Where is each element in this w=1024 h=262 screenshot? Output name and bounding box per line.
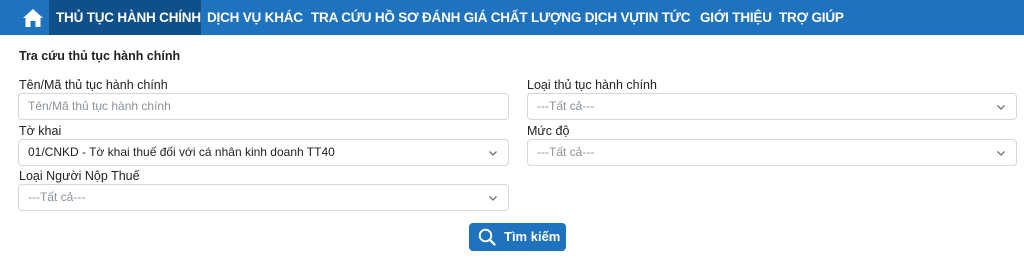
declaration-selected: 01/CNKD - Tờ khai thuế đối với cá nhân k…: [28, 145, 335, 159]
declaration-label: Tờ khai: [19, 124, 62, 138]
nav-item-tin-tuc[interactable]: TIN TỨC: [637, 0, 690, 35]
section-title: Tra cứu thủ tục hành chính: [19, 49, 181, 63]
procedure-name-input[interactable]: Tên/Mã thủ tục hành chính: [18, 93, 509, 120]
home-icon[interactable]: [22, 8, 44, 28]
taxpayer-type-label: Loại Người Nộp Thuế: [19, 169, 140, 183]
nav-item-danh-gia-chat-luong[interactable]: ĐÁNH GIÁ CHẤT LƯỢNG DỊCH VỤ: [422, 0, 639, 35]
chevron-down-icon: [489, 196, 497, 201]
nav-item-dich-vu-khac[interactable]: DỊCH VỤ KHÁC: [207, 0, 303, 35]
search-icon: [478, 228, 496, 246]
level-select[interactable]: ---Tất cả---: [527, 139, 1017, 166]
search-button-label: Tìm kiếm: [504, 229, 561, 244]
nav-item-tro-giup[interactable]: TRỢ GIÚP: [779, 0, 844, 35]
level-selected: ---Tất cả---: [537, 145, 595, 159]
level-label: Mức độ: [527, 124, 570, 138]
taxpayer-type-selected: ---Tất cả---: [28, 190, 86, 204]
top-navbar: THỦ TỤC HÀNH CHÍNH DỊCH VỤ KHÁC TRA CỨU …: [0, 0, 1024, 35]
chevron-down-icon: [997, 105, 1005, 110]
declaration-select[interactable]: 01/CNKD - Tờ khai thuế đối với cá nhân k…: [18, 139, 509, 166]
procedure-name-label: Tên/Mã thủ tục hành chính: [19, 78, 168, 92]
search-button[interactable]: Tìm kiếm: [469, 223, 566, 251]
nav-item-gioi-thieu[interactable]: GIỚI THIỆU: [700, 0, 772, 35]
taxpayer-type-select[interactable]: ---Tất cả---: [18, 184, 509, 211]
nav-item-thu-tuc-hanh-chinh[interactable]: THỦ TỤC HÀNH CHÍNH: [49, 0, 201, 35]
chevron-down-icon: [997, 151, 1005, 156]
procedure-type-select[interactable]: ---Tất cả---: [527, 93, 1017, 120]
procedure-type-label: Loại thủ tục hành chính: [527, 78, 657, 92]
nav-item-tra-cuu-ho-so[interactable]: TRA CỨU HỒ SƠ: [311, 0, 419, 35]
procedure-type-selected: ---Tất cả---: [537, 99, 595, 113]
procedure-name-placeholder: Tên/Mã thủ tục hành chính: [28, 99, 171, 113]
chevron-down-icon: [489, 151, 497, 156]
